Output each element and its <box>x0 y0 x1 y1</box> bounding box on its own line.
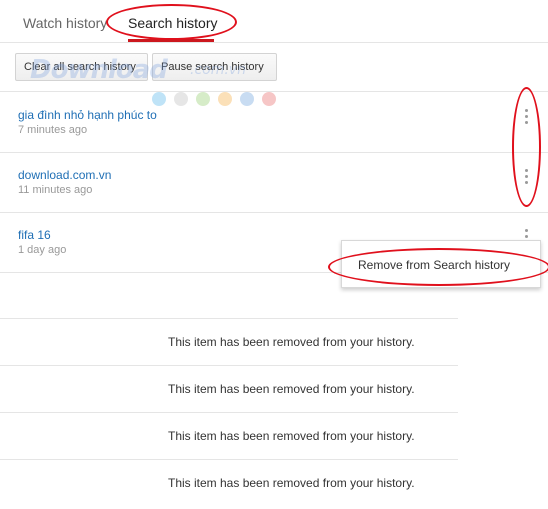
removed-notice-text: This item has been removed from your his… <box>168 476 415 490</box>
history-item-title[interactable]: gia đình nhỏ hạnh phúc to <box>18 108 157 122</box>
removed-notice-text: This item has been removed from your his… <box>168 382 415 396</box>
removed-notice-row: This item has been removed from your his… <box>0 459 458 507</box>
history-tabs: Watch history Search history <box>0 0 548 43</box>
annotation-circle-remove <box>328 248 548 286</box>
history-item-time: 7 minutes ago <box>18 124 88 136</box>
clear-all-search-history-button[interactable]: Clear all search history <box>15 53 148 81</box>
annotation-circle-tab <box>106 4 237 40</box>
history-item: download.com.vn 11 minutes ago <box>0 152 548 213</box>
tab-watch-history[interactable]: Watch history <box>23 0 107 42</box>
removed-notice-text: This item has been removed from your his… <box>168 335 415 349</box>
removed-notice-row: This item has been removed from your his… <box>0 412 458 460</box>
removed-notice-text: This item has been removed from your his… <box>168 429 415 443</box>
removed-notice-row: This item has been removed from your his… <box>0 318 458 366</box>
history-item-title[interactable]: fifa 16 <box>18 228 51 242</box>
annotation-circle-menu-icons <box>512 87 541 207</box>
history-item-time: 1 day ago <box>18 244 67 256</box>
history-item-title[interactable]: download.com.vn <box>18 168 111 182</box>
removed-notice-row: This item has been removed from your his… <box>0 365 458 413</box>
history-item: gia đình nhỏ hạnh phúc to 7 minutes ago <box>0 92 548 153</box>
history-toolbar: Clear all search history Pause search hi… <box>0 43 548 92</box>
history-item-time: 11 minutes ago <box>18 184 93 196</box>
pause-search-history-button[interactable]: Pause search history <box>152 53 277 81</box>
